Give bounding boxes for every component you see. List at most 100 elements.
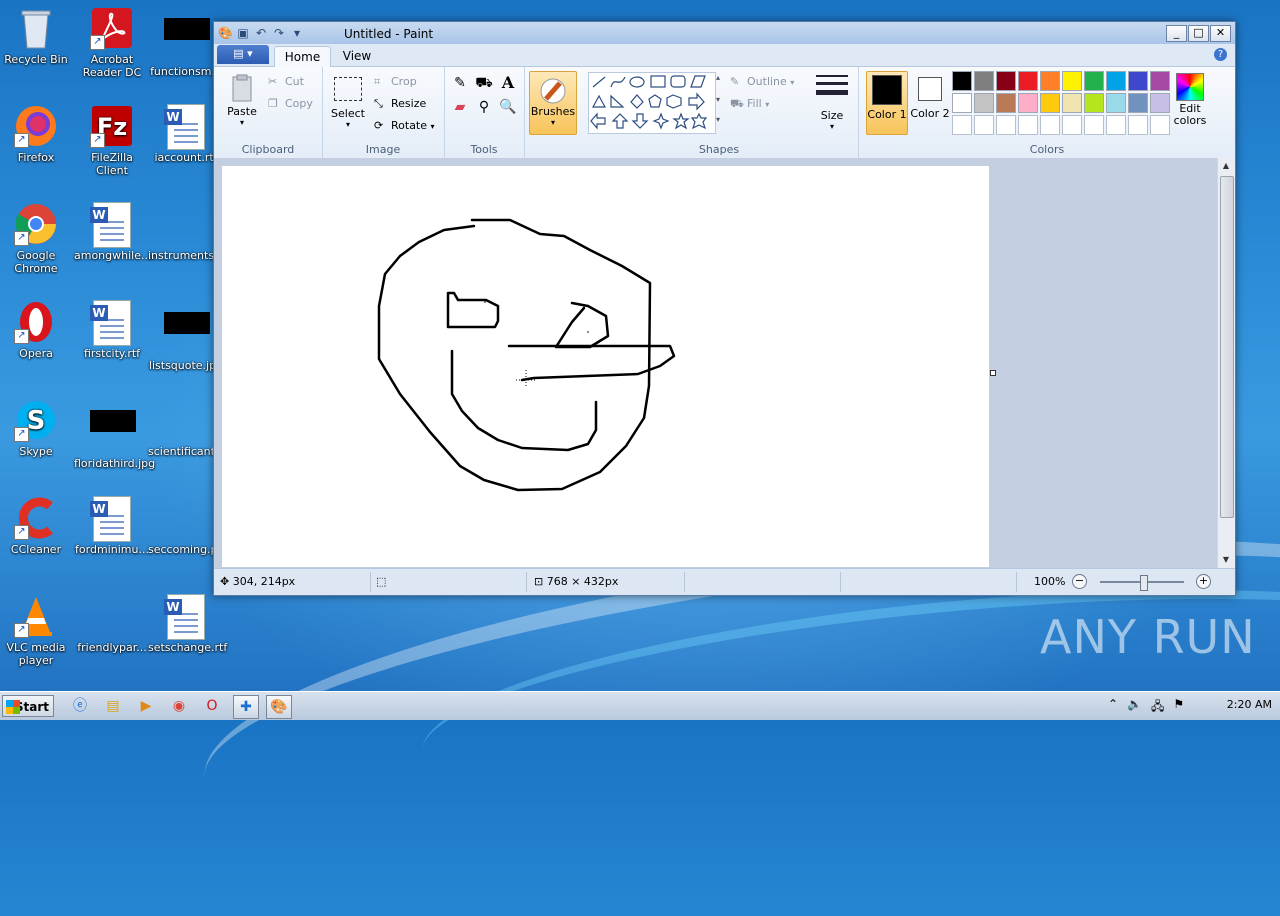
taskbar-explorer-icon[interactable]: ▤: [101, 695, 125, 717]
palette-swatch[interactable]: [1062, 93, 1082, 113]
desktop-icon-amongwhile[interactable]: W amongwhile....: [74, 202, 155, 262]
canvas-resize-handle[interactable]: [990, 370, 996, 376]
eraser-tool[interactable]: ▰: [450, 99, 470, 119]
palette-swatch[interactable]: [1040, 71, 1060, 91]
desktop-icon-skype[interactable]: S ↗ Skype: [0, 398, 74, 458]
text-tool[interactable]: A: [498, 73, 518, 93]
desktop-icon-recycle-bin[interactable]: Recycle Bin: [0, 6, 74, 66]
copy-button[interactable]: ❐ Copy: [268, 97, 313, 111]
palette-swatch[interactable]: [1106, 93, 1126, 113]
size-button[interactable]: Size ▾: [812, 73, 852, 131]
shapes-gallery[interactable]: [588, 72, 716, 134]
desktop-icon-firstcity[interactable]: W firstcity.rtf: [74, 300, 150, 360]
desktop-icon-vlc[interactable]: ↗ VLC media player: [0, 594, 74, 667]
drawing-canvas[interactable]: [222, 166, 989, 567]
palette-swatch[interactable]: [1128, 93, 1148, 113]
palette-swatch-empty[interactable]: [1128, 115, 1148, 135]
rotate-button[interactable]: ⟳ Rotate ▾: [374, 119, 435, 133]
palette-swatch[interactable]: [974, 71, 994, 91]
paint-app-icon[interactable]: 🎨: [218, 26, 233, 40]
select-button[interactable]: Select ▾: [330, 73, 366, 129]
clock[interactable]: 2:20 AM: [1227, 698, 1272, 711]
tray-expand-icon[interactable]: ⌃: [1108, 697, 1118, 718]
paste-button[interactable]: Paste ▾: [224, 73, 260, 127]
fill-tool[interactable]: ⛟: [474, 75, 494, 95]
palette-swatch-empty[interactable]: [974, 115, 994, 135]
vertical-scrollbar[interactable]: ▲ ▼: [1217, 158, 1235, 568]
minimize-button[interactable]: _: [1166, 25, 1187, 42]
desktop-icon-ccleaner[interactable]: ↗ CCleaner: [0, 496, 74, 556]
taskbar-ie-icon[interactable]: ⓔ: [68, 695, 92, 717]
taskbar-media-player-icon[interactable]: ▶: [134, 695, 158, 717]
desktop-icon-chrome[interactable]: ↗ Google Chrome: [0, 202, 74, 275]
palette-swatch[interactable]: [1040, 93, 1060, 113]
palette-swatch[interactable]: [1084, 71, 1104, 91]
palette-swatch[interactable]: [1106, 71, 1126, 91]
zoom-in-button[interactable]: +: [1196, 574, 1211, 589]
palette-swatch-empty[interactable]: [952, 115, 972, 135]
taskbar-paint-icon[interactable]: 🎨: [266, 695, 292, 719]
palette-swatch[interactable]: [1150, 71, 1170, 91]
palette-swatch-empty[interactable]: [1084, 115, 1104, 135]
zoom-slider-thumb[interactable]: [1140, 575, 1148, 591]
taskbar-app-icon[interactable]: ✚: [233, 695, 259, 719]
undo-icon[interactable]: ↶: [254, 26, 268, 40]
shapes-scroll-up-icon[interactable]: ▴: [716, 73, 720, 82]
maximize-button[interactable]: □: [1188, 25, 1209, 42]
palette-swatch[interactable]: [1018, 71, 1038, 91]
desktop-icon-opera[interactable]: ↗ Opera: [0, 300, 74, 360]
resize-button[interactable]: ⤡ Resize: [374, 97, 426, 111]
palette-swatch[interactable]: [1150, 93, 1170, 113]
network-icon[interactable]: 🖧: [1151, 697, 1164, 718]
customize-dropdown-icon[interactable]: ▾: [290, 26, 304, 40]
brushes-button[interactable]: Brushes ▾: [529, 71, 577, 135]
tab-home[interactable]: Home: [274, 46, 331, 67]
redo-icon[interactable]: ↷: [272, 26, 286, 40]
save-icon[interactable]: ▣: [236, 26, 250, 40]
shapes-expand-icon[interactable]: ▾: [716, 115, 720, 124]
start-button[interactable]: Start: [2, 695, 54, 717]
palette-swatch[interactable]: [1062, 71, 1082, 91]
volume-icon[interactable]: 🔈: [1127, 697, 1142, 718]
pencil-tool[interactable]: ✎: [450, 75, 470, 95]
close-button[interactable]: ✕: [1210, 25, 1231, 42]
fill-button[interactable]: ⛟ Fill ▾: [730, 97, 769, 111]
palette-swatch-empty[interactable]: [1062, 115, 1082, 135]
desktop-icon-fordminimu[interactable]: W fordminimu...: [74, 496, 150, 556]
palette-swatch-empty[interactable]: [1106, 115, 1126, 135]
taskbar-opera-icon[interactable]: O: [200, 695, 224, 717]
color2-button[interactable]: Color 2: [910, 71, 950, 133]
palette-swatch-empty[interactable]: [996, 115, 1016, 135]
crop-button[interactable]: ⌗ Crop: [374, 75, 417, 89]
help-icon[interactable]: ?: [1214, 48, 1227, 61]
palette-swatch-empty[interactable]: [1150, 115, 1170, 135]
magnifier-tool[interactable]: 🔍: [498, 99, 518, 119]
desktop-icon-setschange[interactable]: W setschange.rtf: [148, 594, 227, 654]
scroll-up-icon[interactable]: ▲: [1219, 159, 1233, 173]
color1-button[interactable]: Color 1: [866, 71, 908, 135]
shapes-scroll-down-icon[interactable]: ▾: [716, 95, 720, 104]
scrollbar-thumb[interactable]: [1220, 176, 1234, 518]
desktop-icon-acrobat[interactable]: ↗ Acrobat Reader DC: [74, 6, 150, 79]
outline-button[interactable]: ✎ Outline ▾: [730, 75, 794, 89]
scroll-down-icon[interactable]: ▼: [1219, 553, 1233, 567]
tab-view[interactable]: View: [336, 46, 378, 66]
desktop-icon-filezilla[interactable]: Fz ↗ FileZilla Client: [74, 104, 150, 177]
palette-swatch[interactable]: [974, 93, 994, 113]
palette-swatch-empty[interactable]: [1040, 115, 1060, 135]
color-picker-tool[interactable]: ⚲: [474, 99, 494, 119]
palette-swatch[interactable]: [952, 71, 972, 91]
palette-swatch-empty[interactable]: [1018, 115, 1038, 135]
cut-button[interactable]: ✂ Cut: [268, 75, 304, 89]
edit-colors-button[interactable]: Edit colors: [1168, 73, 1212, 127]
palette-swatch[interactable]: [996, 71, 1016, 91]
taskbar-chrome-icon[interactable]: ◉: [167, 695, 191, 717]
desktop-icon-friendlypar[interactable]: friendlypar...: [74, 594, 150, 654]
palette-swatch[interactable]: [1084, 93, 1104, 113]
palette-swatch[interactable]: [996, 93, 1016, 113]
desktop-icon-floridathird[interactable]: floridathird.jpg: [74, 398, 155, 470]
palette-swatch[interactable]: [1128, 71, 1148, 91]
palette-swatch[interactable]: [952, 93, 972, 113]
action-center-flag-icon[interactable]: ⚑: [1173, 697, 1184, 718]
zoom-out-button[interactable]: −: [1072, 574, 1087, 589]
